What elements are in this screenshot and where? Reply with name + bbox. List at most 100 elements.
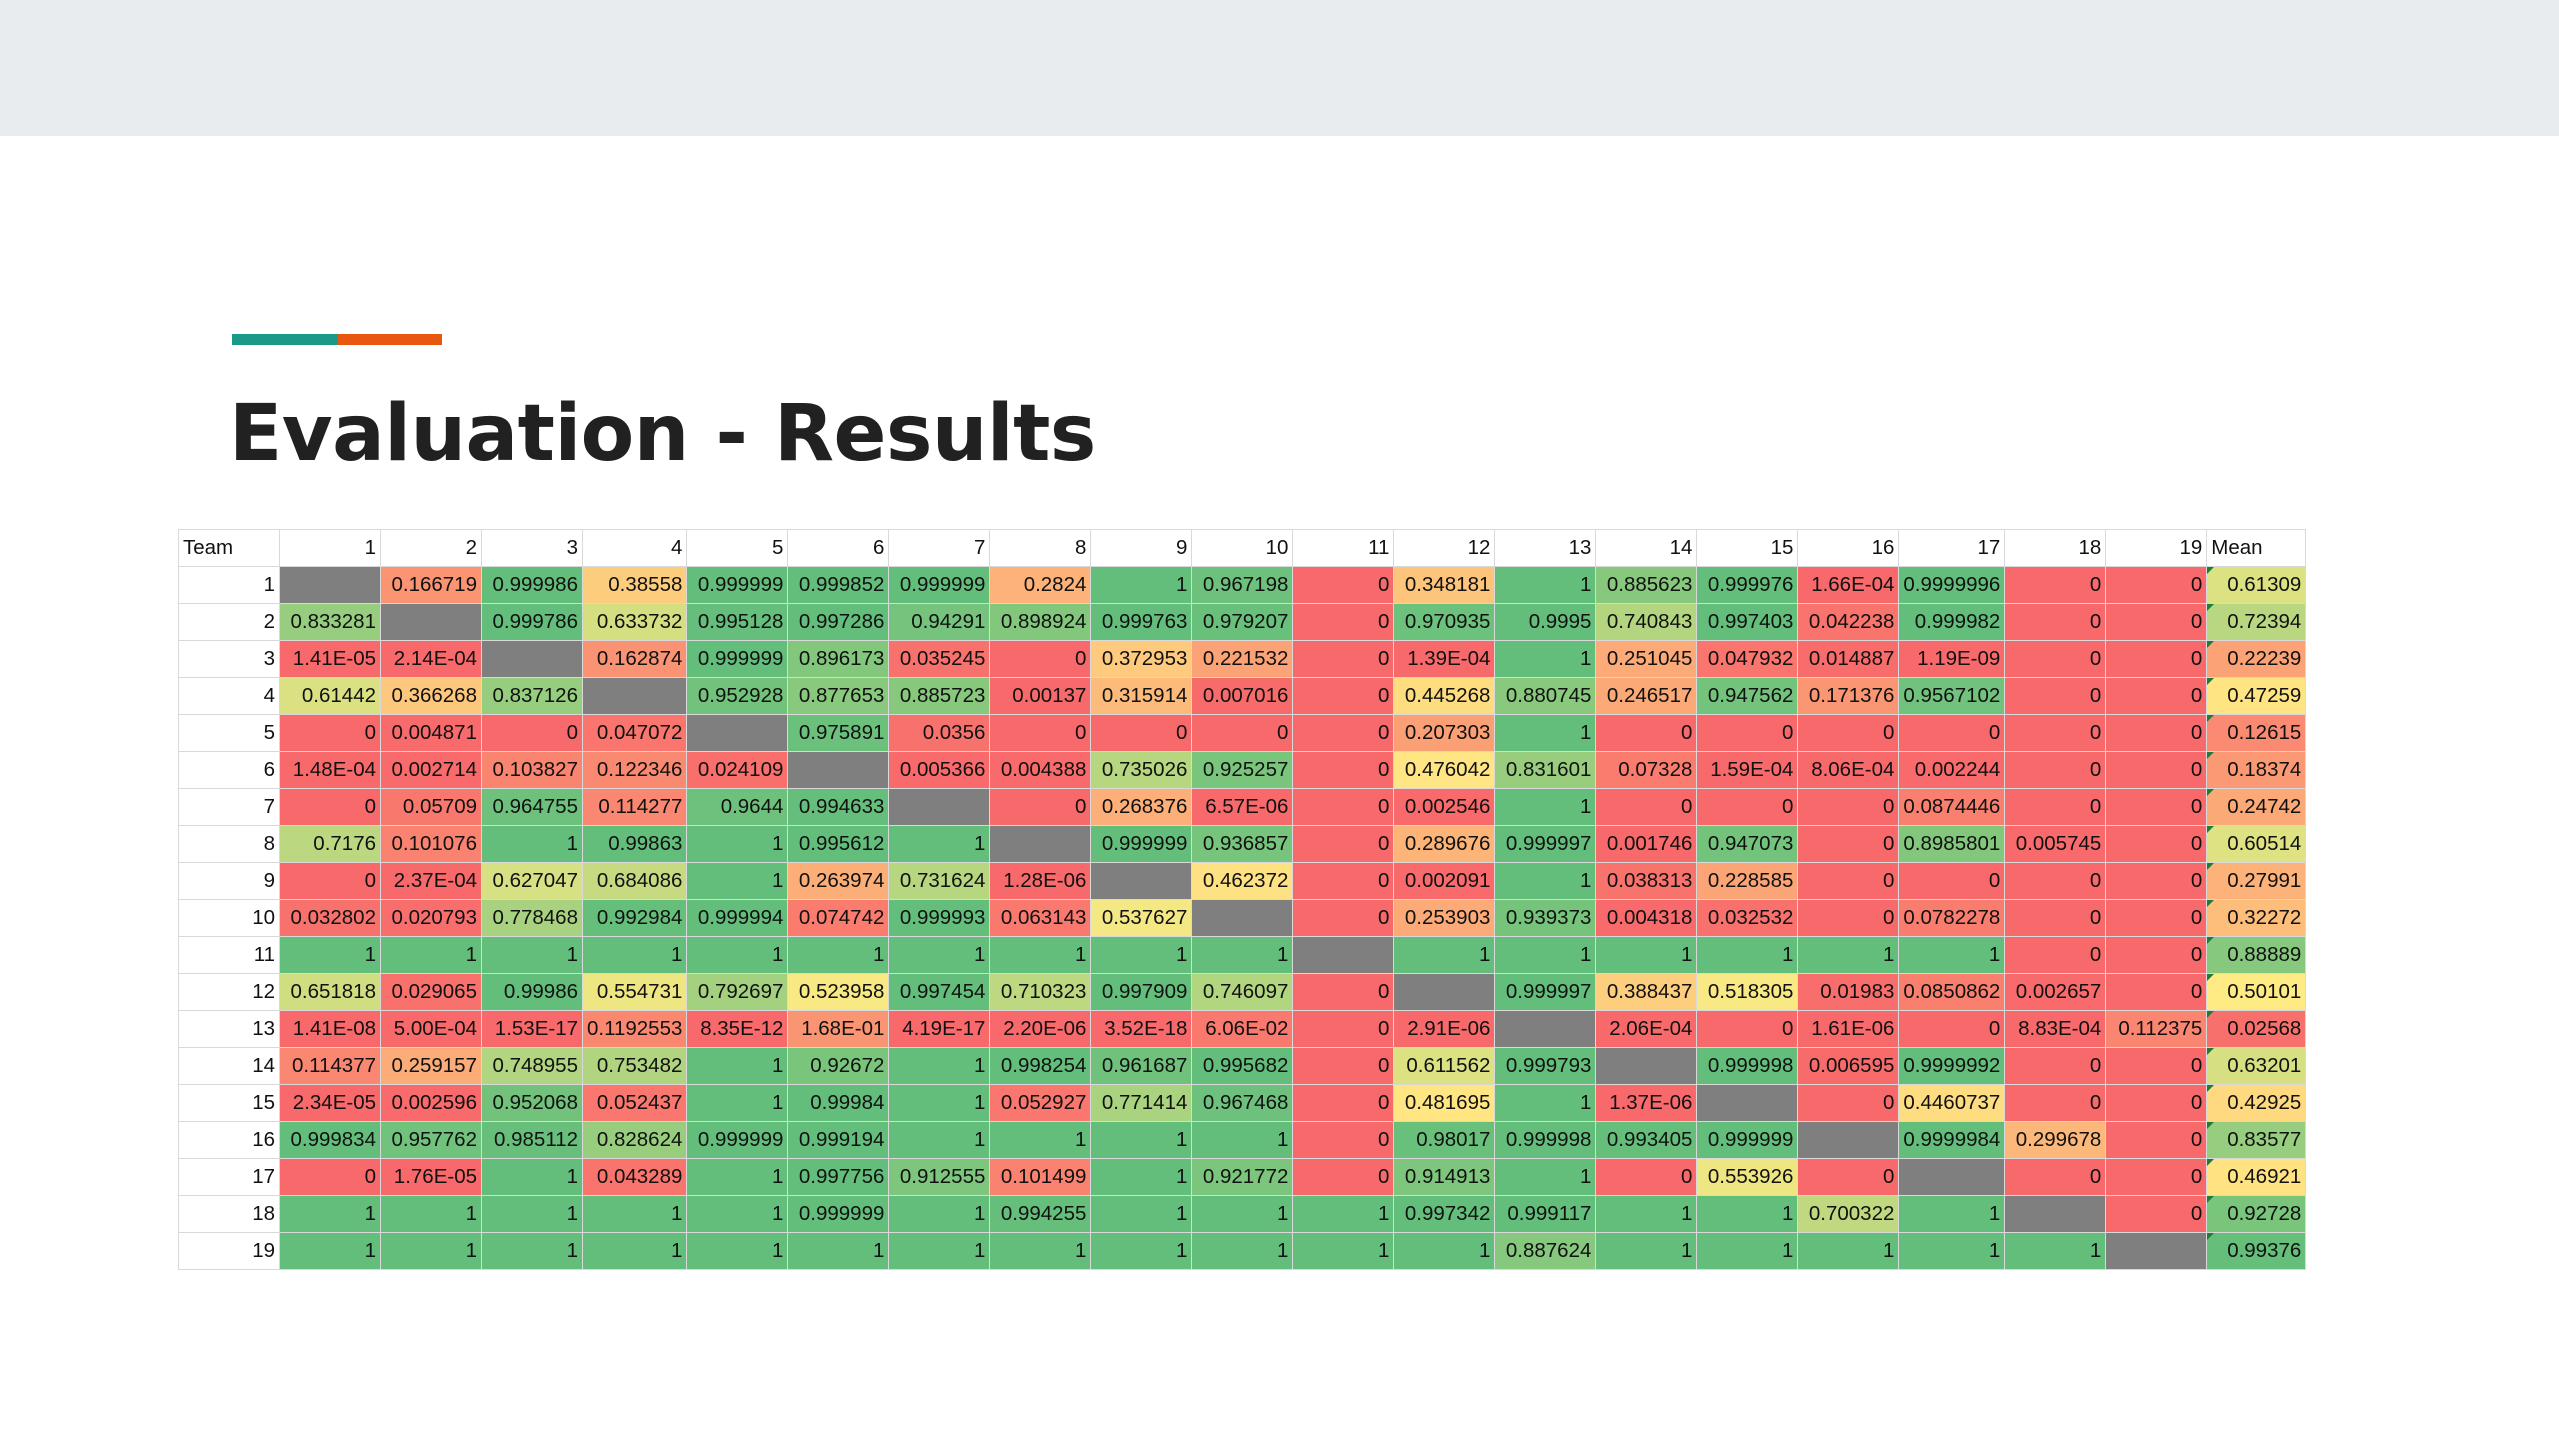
heatmap-cell: 0.995128	[686, 603, 789, 641]
heatmap-cell: 0.2824	[989, 566, 1092, 604]
heatmap-cell: 0	[1292, 640, 1395, 678]
heatmap-cell: 0.993405	[1595, 1121, 1698, 1159]
heatmap-cell: 1	[888, 1084, 991, 1122]
heatmap-cell: 0.999976	[1696, 566, 1799, 604]
heatmap-cell: 0	[1595, 788, 1698, 826]
heatmap-cell: 0	[2105, 825, 2208, 863]
heatmap-cell: 0.61442	[279, 677, 381, 715]
heatmap-cell: 0.112375	[2105, 1010, 2208, 1048]
heatmap-cell: 0	[1797, 714, 1900, 752]
heatmap-cell: 0.554731	[581, 973, 688, 1011]
heatmap-cell: 0.967468	[1191, 1084, 1294, 1122]
heatmap-cell: 0.731624	[888, 862, 991, 900]
heatmap-cell: 0.047072	[581, 714, 688, 752]
heatmap-cell: 1	[1090, 1232, 1193, 1270]
heatmap-cell: 0	[481, 714, 583, 752]
heatmap-cell: 1	[686, 1084, 789, 1122]
heatmap-body: 1 0.166719 0.999986 0.38558 0.999999 0.999852…	[178, 566, 2307, 1270]
heatmap-cell: 1	[1898, 1195, 2006, 1233]
header-team: Team	[178, 529, 280, 567]
heatmap-cell: 0.101076	[380, 825, 482, 863]
heatmap-cell: 0	[1292, 714, 1395, 752]
heatmap-cell: 0.101499	[989, 1158, 1092, 1196]
table-row: 11 1 1 1 1 1 1 1 1 1 1 1 1 1 1 1 1 0 0 0.88889	[178, 936, 2307, 974]
heatmap-cell: 0.043289	[581, 1158, 688, 1196]
heatmap-cell: 0.002244	[1898, 751, 2006, 789]
heatmap-cell: 1	[581, 1195, 688, 1233]
heatmap-cell: 0.92672	[787, 1047, 890, 1085]
heatmap-cell: 0.024109	[686, 751, 789, 789]
heatmap-cell: 2.37E-04	[380, 862, 482, 900]
heatmap-cell: 0.98017	[1393, 1121, 1496, 1159]
heatmap-cell: 2.91E-06	[1393, 1010, 1496, 1048]
heatmap-cell: 0	[1292, 677, 1395, 715]
heatmap-cell: 0.746097	[1191, 973, 1294, 1011]
heatmap-cell: 1	[279, 1195, 381, 1233]
table-row: 7 0 0.05709 0.964755 0.114277 0.9644 0.994633 0…	[178, 788, 2307, 826]
heatmap-cell: 0.753482	[581, 1047, 688, 1085]
row-header: 2	[178, 603, 280, 641]
heatmap-cell: 0.014887	[1797, 640, 1900, 678]
heatmap-cell: 0.9999992	[1898, 1047, 2006, 1085]
diagonal-cell	[1191, 899, 1294, 937]
heatmap-cell: 1	[686, 1047, 789, 1085]
heatmap-cell: 0.004388	[989, 751, 1092, 789]
heatmap-cell: 1	[686, 1158, 789, 1196]
heatmap-cell: 0.831601	[1494, 751, 1597, 789]
header-mean: Mean	[2206, 529, 2307, 567]
heatmap-cell: 0.481695	[1393, 1084, 1496, 1122]
diagonal-cell	[1292, 936, 1395, 974]
heatmap-cell: 0.038313	[1595, 862, 1698, 900]
diagonal-cell	[1696, 1084, 1799, 1122]
table-row: 3 1.41E-05 2.14E-04 0.162874 0.999999 0.89617…	[178, 640, 2307, 678]
heatmap-cell: 0	[2105, 714, 2208, 752]
mean-cell: 0.63201	[2206, 1047, 2307, 1085]
heatmap-cell: 1.48E-04	[279, 751, 381, 789]
heatmap-cell: 1	[1595, 936, 1698, 974]
diagonal-cell	[787, 751, 890, 789]
heatmap-cell: 0.299678	[2004, 1121, 2107, 1159]
heatmap-cell: 0.002714	[380, 751, 482, 789]
heatmap-cell: 0	[1898, 714, 2006, 752]
heatmap-cell: 1	[989, 936, 1092, 974]
heatmap-cell: 0.997756	[787, 1158, 890, 1196]
heatmap-cell: 0.999999	[686, 566, 789, 604]
heatmap-cell: 0.887624	[1494, 1232, 1597, 1270]
heatmap-cell: 0.611562	[1393, 1047, 1496, 1085]
heatmap-cell: 2.06E-04	[1595, 1010, 1698, 1048]
heatmap-cell: 2.14E-04	[380, 640, 482, 678]
row-header: 15	[178, 1084, 280, 1122]
heatmap-cell: 2.34E-05	[279, 1084, 381, 1122]
heatmap-cell: 0	[2004, 1084, 2107, 1122]
heatmap-cell: 0.896173	[787, 640, 890, 678]
heatmap-cell: 0.921772	[1191, 1158, 1294, 1196]
heatmap-cell: 0.912555	[888, 1158, 991, 1196]
heatmap-cell: 0	[2004, 862, 2107, 900]
diagonal-cell	[481, 640, 583, 678]
heatmap-cell: 0.999997	[1494, 825, 1597, 863]
heatmap-cell: 1	[1898, 1232, 2006, 1270]
heatmap-cell: 0.035245	[888, 640, 991, 678]
heatmap-cell: 0	[1292, 1084, 1395, 1122]
heatmap-cell: 0.833281	[279, 603, 381, 641]
heatmap-cell: 0.445268	[1393, 677, 1496, 715]
heatmap-cell: 0.99986	[481, 973, 583, 1011]
heatmap-cell: 0.029065	[380, 973, 482, 1011]
heatmap-cell: 0.700322	[1797, 1195, 1900, 1233]
heatmap-cell: 1	[2004, 1232, 2107, 1270]
heatmap-cell: 0.740843	[1595, 603, 1698, 641]
heatmap-cell: 3.52E-18	[1090, 1010, 1193, 1048]
heatmap-cell: 0	[1292, 1047, 1395, 1085]
heatmap-cell: 0.263974	[787, 862, 890, 900]
heatmap-cell: 0.885623	[1595, 566, 1698, 604]
heatmap-cell: 0	[1292, 603, 1395, 641]
heatmap-cell: 0.999998	[1696, 1047, 1799, 1085]
column-header-1: 1	[279, 529, 381, 567]
diagonal-cell	[1494, 1010, 1597, 1048]
heatmap-cell: 1	[1393, 936, 1496, 974]
heatmap-cell: 0	[989, 788, 1092, 826]
heatmap-cell: 0.964755	[481, 788, 583, 826]
heatmap-cell: 0	[2004, 677, 2107, 715]
heatmap-cell: 1	[686, 1232, 789, 1270]
mean-cell: 0.18374	[2206, 751, 2307, 789]
